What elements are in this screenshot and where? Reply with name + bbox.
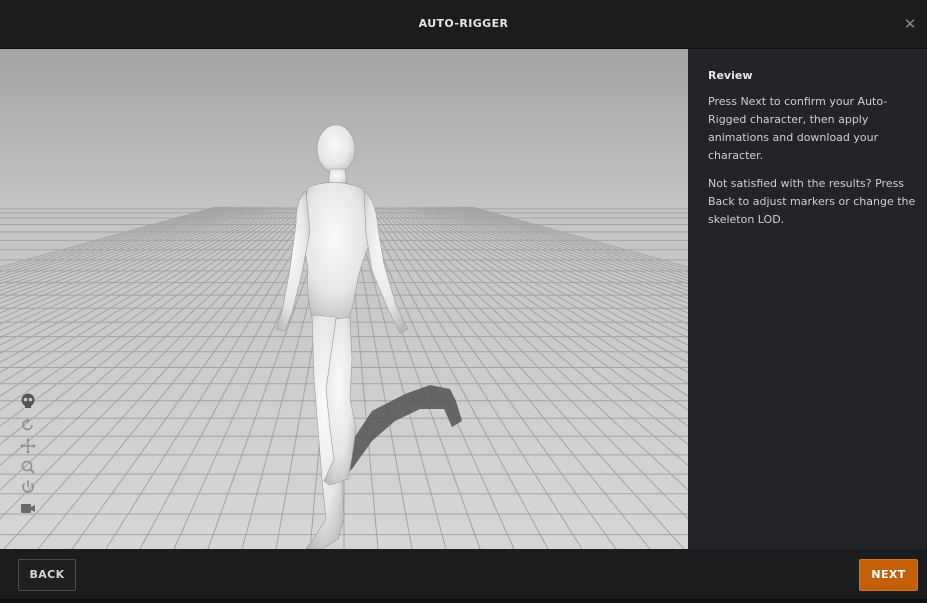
next-button[interactable]: NEXT [859, 559, 918, 591]
viewport-scene [0, 49, 688, 549]
back-button[interactable]: BACK [18, 559, 76, 591]
auto-rigger-modal: AUTO-RIGGER ✕ Review Press Next to confi… [0, 0, 927, 603]
modal-title: AUTO-RIGGER [418, 17, 509, 30]
bottom-strip [0, 599, 927, 603]
modal-header: AUTO-RIGGER ✕ [0, 0, 927, 49]
review-instructions: Press Next to confirm your Auto-Rigged c… [708, 95, 888, 162]
review-heading: Review [708, 69, 753, 82]
review-help-text: Not satisfied with the results? Press Ba… [708, 177, 916, 226]
pan-icon[interactable] [19, 437, 37, 455]
camera-icon[interactable] [19, 499, 37, 517]
modal-footer: BACK NEXT [0, 549, 927, 603]
power-icon[interactable] [19, 478, 37, 496]
review-panel: Review Press Next to confirm your Auto-R… [688, 49, 927, 549]
zoom-icon[interactable] [19, 458, 37, 476]
3d-viewport[interactable] [0, 49, 688, 549]
rotate-icon[interactable] [19, 416, 37, 434]
close-icon[interactable]: ✕ [903, 16, 917, 32]
skeleton-toggle-icon[interactable] [19, 392, 37, 410]
